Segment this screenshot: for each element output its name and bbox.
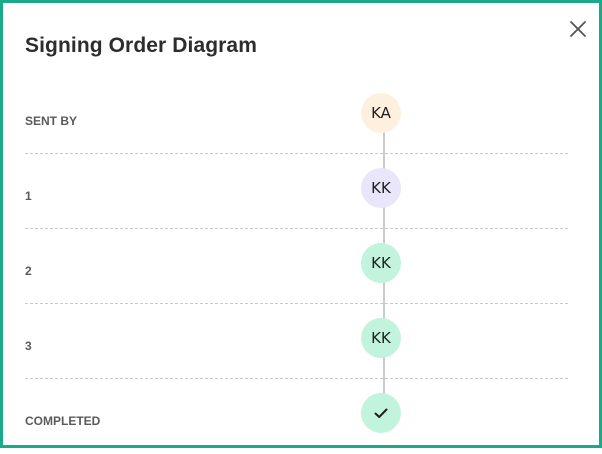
dialog-title: Signing Order Diagram	[25, 34, 257, 57]
signing-order-list: SENT BY 1 2 3 COMPLETED	[25, 79, 568, 454]
row-step-1: 1	[25, 154, 568, 229]
sender-initials: KA	[371, 104, 391, 122]
row-step-2: 2	[25, 229, 568, 304]
checkmark-icon	[374, 408, 388, 418]
completed-status-badge	[361, 393, 401, 433]
row-completed: COMPLETED	[25, 379, 568, 454]
sender-avatar: KA	[361, 93, 401, 133]
signer-1-avatar: KK	[361, 168, 401, 208]
row-sent-by: SENT BY	[25, 79, 568, 154]
signer-3-initials: KK	[371, 329, 391, 347]
signing-order-dialog: Signing Order Diagram SENT BY 1 2 3 COMP…	[0, 0, 602, 448]
row-label-completed: COMPLETED	[25, 414, 101, 428]
signer-2-avatar: KK	[361, 243, 401, 283]
close-button[interactable]	[566, 17, 590, 41]
signer-1-initials: KK	[371, 179, 391, 197]
row-label-step-3: 3	[25, 339, 32, 353]
signer-3-avatar: KK	[361, 318, 401, 358]
row-label-step-2: 2	[25, 264, 32, 278]
row-step-3: 3	[25, 304, 568, 379]
close-icon	[570, 21, 586, 37]
row-label-step-1: 1	[25, 189, 32, 203]
row-label-sent-by: SENT BY	[25, 114, 78, 128]
signer-2-initials: KK	[371, 254, 391, 272]
